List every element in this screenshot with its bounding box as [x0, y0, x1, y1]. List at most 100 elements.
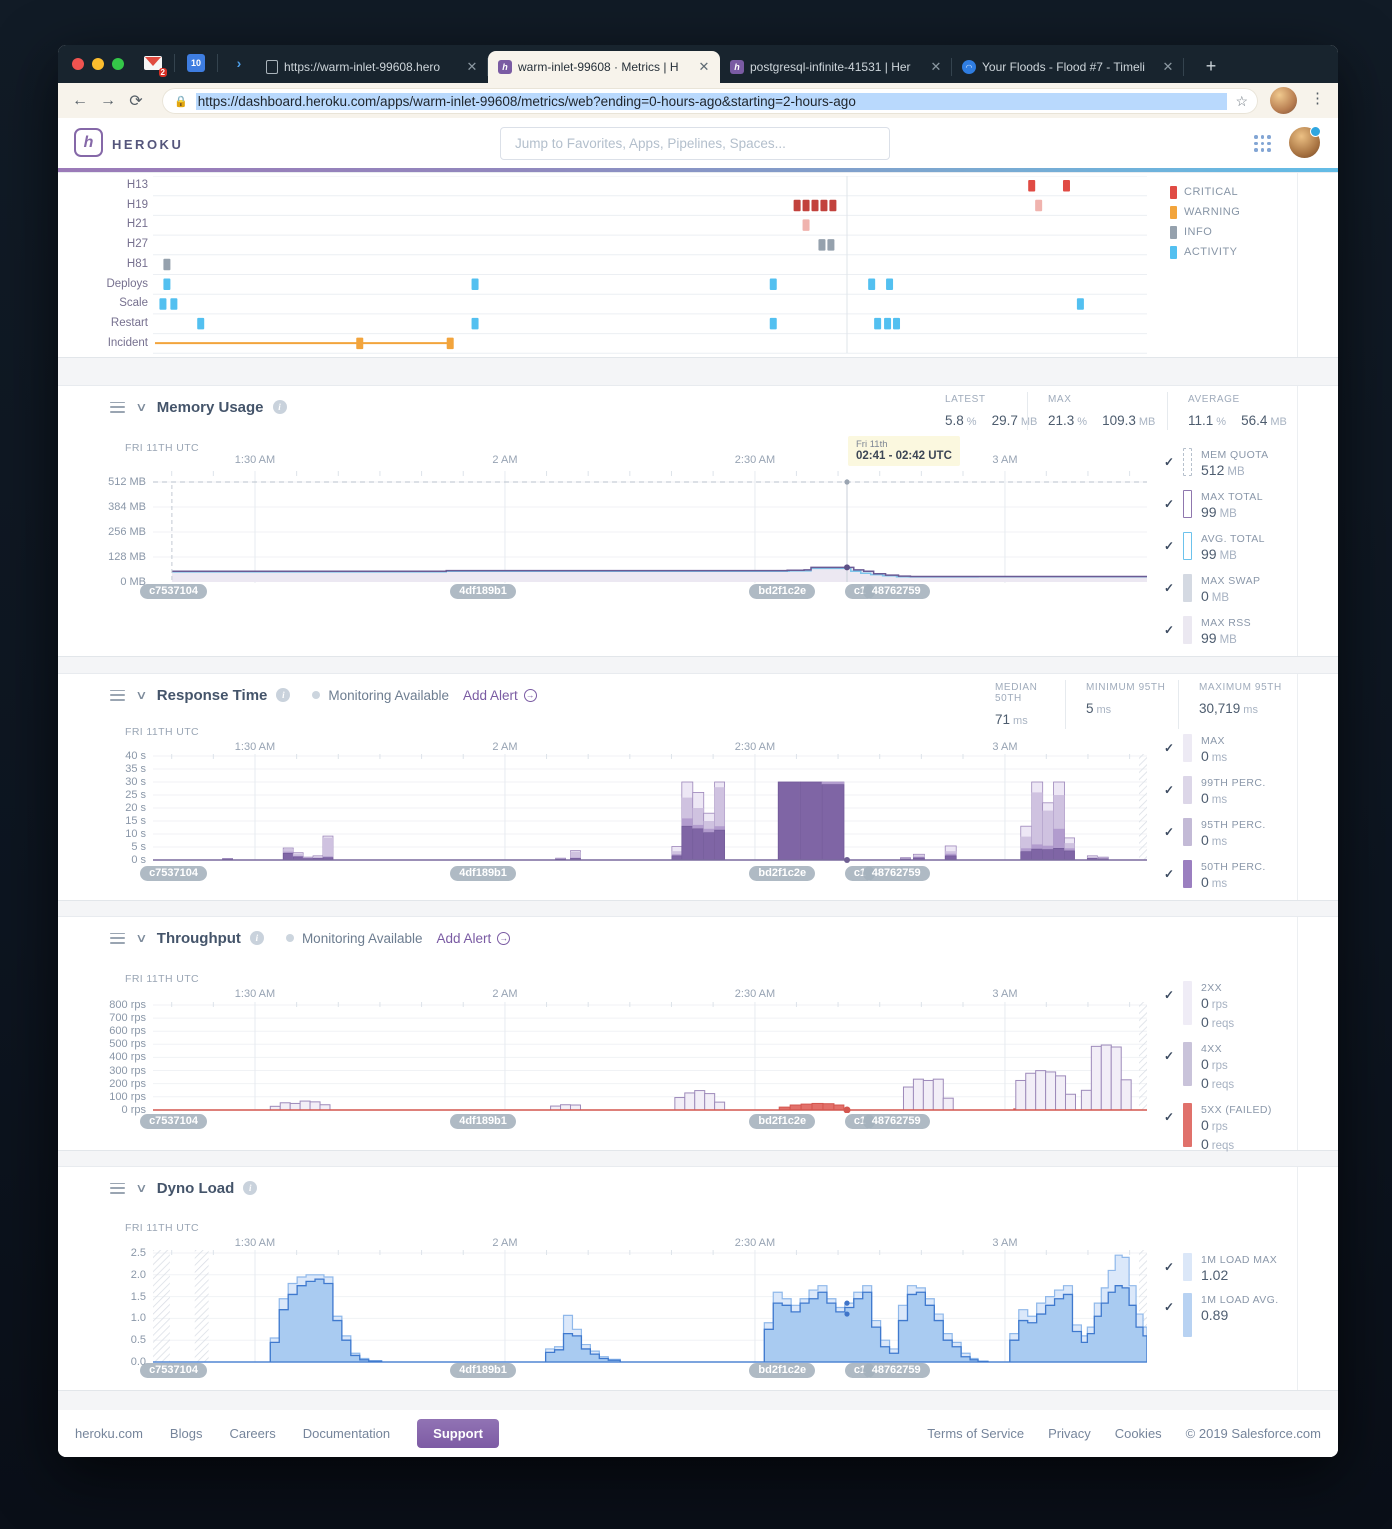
tab-1[interactable]: https://warm-inlet-99608.hero✕: [256, 51, 488, 83]
info-icon[interactable]: i: [273, 400, 287, 414]
footer-link[interactable]: Blogs: [170, 1426, 203, 1441]
browser-profile-avatar[interactable]: [1270, 87, 1297, 114]
legend-item[interactable]: ✓1M LOAD AVG.0.89: [1164, 1293, 1293, 1337]
footer-link[interactable]: Cookies: [1115, 1426, 1162, 1441]
checkmark-icon[interactable]: ✓: [1164, 741, 1178, 767]
events-plot[interactable]: [153, 176, 1147, 354]
gmail-icon[interactable]: 2: [142, 52, 164, 74]
legend-item[interactable]: ✓MAX0ms: [1164, 734, 1293, 767]
checkmark-icon[interactable]: ✓: [1164, 825, 1178, 851]
release-pill[interactable]: 4df189b1: [450, 1114, 516, 1129]
legend-item[interactable]: ✓4XX0rps0reqs: [1164, 1042, 1293, 1094]
release-pill[interactable]: c7537104: [140, 1114, 207, 1129]
legend-item[interactable]: ✓MAX RSS99MB: [1164, 616, 1293, 649]
arrow-icon[interactable]: ›: [228, 52, 250, 74]
reload-button[interactable]: ⟳: [122, 91, 150, 111]
back-button[interactable]: ←: [66, 92, 94, 110]
close-window-button[interactable]: [72, 58, 84, 70]
footer-link[interactable]: heroku.com: [75, 1426, 143, 1441]
tab-4[interactable]: ◠Your Floods - Flood #7 - Timeli✕: [952, 51, 1184, 83]
legend-item[interactable]: WARNING: [1170, 202, 1240, 222]
checkmark-icon[interactable]: ✓: [1164, 783, 1178, 809]
forward-button[interactable]: →: [94, 92, 122, 110]
tab-3[interactable]: hpostgresql-infinite-41531 | Her✕: [720, 51, 952, 83]
checkmark-icon[interactable]: ✓: [1164, 623, 1178, 649]
checkmark-icon[interactable]: ✓: [1164, 988, 1178, 1033]
tab-2[interactable]: hwarm-inlet-99608 · Metrics | H✕: [488, 51, 720, 83]
throughput-chart[interactable]: [153, 1002, 1147, 1113]
release-pill[interactable]: 48762759: [863, 584, 930, 599]
url-text[interactable]: https://dashboard.heroku.com/apps/warm-i…: [196, 93, 1228, 110]
checkmark-icon[interactable]: ✓: [1164, 1260, 1178, 1284]
checkmark-icon[interactable]: ✓: [1164, 867, 1178, 893]
legend-item[interactable]: ✓95TH PERC.0ms: [1164, 818, 1293, 851]
legend-item[interactable]: ✓99TH PERC.0ms: [1164, 776, 1293, 809]
release-pill[interactable]: 48762759: [863, 1114, 930, 1129]
release-pill[interactable]: bd2f1c2e: [749, 1363, 815, 1378]
legend-item[interactable]: INFO: [1170, 222, 1240, 242]
release-pill[interactable]: bd2f1c2e: [749, 1114, 815, 1129]
info-icon[interactable]: i: [250, 931, 264, 945]
release-pill[interactable]: 48762759: [863, 1363, 930, 1378]
release-pill[interactable]: c7537104: [140, 1363, 207, 1378]
checkmark-icon[interactable]: ✓: [1164, 539, 1178, 565]
close-tab-icon[interactable]: ✕: [928, 59, 944, 75]
checkmark-icon[interactable]: ✓: [1164, 497, 1178, 523]
release-pill[interactable]: 4df189b1: [450, 584, 516, 599]
legend-item[interactable]: ✓50TH PERC.0ms: [1164, 860, 1293, 893]
calendar-icon[interactable]: 10: [185, 52, 207, 74]
account-avatar[interactable]: [1289, 127, 1320, 158]
app-switcher-grid-icon[interactable]: [1254, 135, 1271, 152]
memory-chart[interactable]: [153, 471, 1147, 583]
dyno-load-chart[interactable]: [153, 1250, 1147, 1365]
zoom-window-button[interactable]: [112, 58, 124, 70]
footer-link[interactable]: Careers: [229, 1426, 275, 1441]
info-icon[interactable]: i: [243, 1181, 257, 1195]
info-icon[interactable]: i: [276, 688, 290, 702]
checkmark-icon[interactable]: ✓: [1164, 581, 1178, 607]
release-pill[interactable]: 4df189b1: [450, 1363, 516, 1378]
bookmark-star-icon[interactable]: ☆: [1235, 93, 1248, 110]
footer-link[interactable]: Privacy: [1048, 1426, 1091, 1441]
search-input[interactable]: Jump to Favorites, Apps, Pipelines, Spac…: [500, 127, 890, 160]
heroku-brand[interactable]: HEROKU: [112, 137, 183, 152]
drag-handle-icon[interactable]: [110, 933, 125, 944]
release-pill[interactable]: 48762759: [863, 866, 930, 881]
close-tab-icon[interactable]: ✕: [696, 59, 712, 75]
legend-item[interactable]: ✓MAX SWAP0MB: [1164, 574, 1293, 607]
add-alert-link[interactable]: Add Alert→: [437, 931, 511, 946]
response-time-chart[interactable]: [153, 754, 1147, 866]
drag-handle-icon[interactable]: [110, 402, 125, 413]
release-pill[interactable]: c7537104: [140, 584, 207, 599]
release-pill[interactable]: bd2f1c2e: [749, 584, 815, 599]
release-pill[interactable]: c7537104: [140, 866, 207, 881]
support-button[interactable]: Support: [417, 1419, 499, 1448]
add-alert-link[interactable]: Add Alert→: [463, 688, 537, 703]
legend-item[interactable]: ACTIVITY: [1170, 242, 1240, 262]
url-bar[interactable]: 🔒 https://dashboard.heroku.com/apps/warm…: [162, 88, 1258, 114]
new-tab-button[interactable]: +: [1198, 53, 1224, 79]
legend-item[interactable]: ✓AVG. TOTAL99MB: [1164, 532, 1293, 565]
minimize-window-button[interactable]: [92, 58, 104, 70]
drag-handle-icon[interactable]: [110, 1183, 125, 1194]
legend-item[interactable]: ✓MEM QUOTA512MB: [1164, 448, 1293, 481]
chevron-down-icon[interactable]: ∨: [135, 1181, 147, 1195]
legend-item[interactable]: ✓1M LOAD MAX1.02: [1164, 1253, 1293, 1284]
chevron-down-icon[interactable]: ∨: [135, 931, 147, 945]
chevron-down-icon[interactable]: ∨: [135, 400, 147, 414]
close-tab-icon[interactable]: ✕: [464, 59, 480, 75]
legend-item[interactable]: CRITICAL: [1170, 182, 1240, 202]
checkmark-icon[interactable]: ✓: [1164, 1110, 1178, 1155]
legend-item[interactable]: ✓2XX0rps0reqs: [1164, 981, 1293, 1033]
checkmark-icon[interactable]: ✓: [1164, 1049, 1178, 1094]
footer-link[interactable]: Documentation: [303, 1426, 390, 1441]
checkmark-icon[interactable]: ✓: [1164, 455, 1178, 481]
close-tab-icon[interactable]: ✕: [1160, 59, 1176, 75]
legend-item[interactable]: ✓MAX TOTAL99MB: [1164, 490, 1293, 523]
heroku-logo-icon[interactable]: h: [74, 128, 103, 157]
browser-menu-icon[interactable]: ⋮: [1310, 89, 1325, 107]
legend-item[interactable]: ✓5XX (FAILED)0rps0reqs: [1164, 1103, 1293, 1155]
release-pill[interactable]: bd2f1c2e: [749, 866, 815, 881]
chevron-down-icon[interactable]: ∨: [135, 688, 147, 702]
drag-handle-icon[interactable]: [110, 690, 125, 701]
